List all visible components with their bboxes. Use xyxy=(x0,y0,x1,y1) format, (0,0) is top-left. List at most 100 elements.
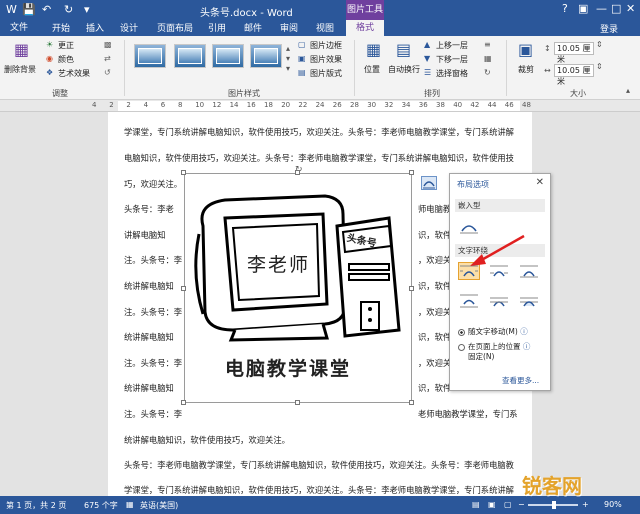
wrap-in-front-icon[interactable] xyxy=(518,292,540,310)
help-icon[interactable]: ? xyxy=(562,2,568,15)
save-icon[interactable]: 💾 xyxy=(22,3,36,16)
language[interactable]: 英语(美国) xyxy=(140,500,178,511)
resize-handle-bottom-left[interactable] xyxy=(181,400,186,405)
tab-design[interactable]: 设计 xyxy=(120,22,138,36)
ruler-tick-label: 4 xyxy=(143,101,149,109)
minimize-icon[interactable]: — xyxy=(596,2,607,15)
text-line: 统讲解电脑知 xyxy=(124,281,174,291)
picture-style-3[interactable] xyxy=(212,44,244,68)
read-mode-icon[interactable]: ▤ xyxy=(472,500,480,509)
undo-icon[interactable]: ↶ xyxy=(42,3,51,16)
see-more-link[interactable]: 查看更多... xyxy=(502,375,539,386)
color-button[interactable]: 颜色 xyxy=(58,54,74,65)
print-layout-icon[interactable]: ▣ xyxy=(488,500,496,509)
resize-handle-right[interactable] xyxy=(409,286,414,291)
tab-home[interactable]: 开始 xyxy=(52,22,70,36)
wrap-behind-text-icon[interactable] xyxy=(488,292,510,310)
selection-pane-button[interactable]: 选择窗格 xyxy=(436,68,468,79)
title-bar: W 💾 ↶ ↻ ▾ 头条号.docx - Word 图片工具 ? ▣ — □ ✕ xyxy=(0,0,640,20)
tab-view[interactable]: 视图 xyxy=(316,22,334,36)
picture-border-button[interactable]: 图片边框 xyxy=(310,40,342,51)
position-icon[interactable]: ▦ xyxy=(366,40,381,59)
wrap-text-icon[interactable]: ▤ xyxy=(396,40,411,59)
move-with-text-label: 随文字移动(M) xyxy=(468,327,518,336)
text-line: 学课堂，专门系统讲解电脑知识，软件使用技巧，欢迎关注。头条号：李老师电脑教学课堂… xyxy=(124,485,514,495)
redo-icon[interactable]: ↻ xyxy=(64,3,73,16)
wrap-text-button[interactable]: 自动换行 xyxy=(388,64,420,75)
bring-forward-button[interactable]: 上移一层 xyxy=(436,40,468,51)
width-input[interactable]: 10.05 厘米 xyxy=(554,64,594,86)
ribbon-options-icon[interactable]: ▣ xyxy=(578,2,588,15)
resize-handle-bottom-right[interactable] xyxy=(409,400,414,405)
compress-pictures-icon[interactable]: ▩ xyxy=(104,40,112,49)
text-line: 头条号：李老 xyxy=(124,204,174,214)
selected-picture[interactable]: 李老师 头条号 电脑教学课堂 xyxy=(184,173,412,403)
reset-picture-icon[interactable]: ↺ xyxy=(104,68,111,77)
ribbon-divider xyxy=(506,40,507,96)
resize-handle-left[interactable] xyxy=(181,286,186,291)
close-icon[interactable]: ✕ xyxy=(536,177,544,188)
tab-review[interactable]: 审阅 xyxy=(280,22,298,36)
close-icon[interactable]: ✕ xyxy=(626,2,635,15)
tab-file[interactable]: 文件 xyxy=(0,20,38,36)
zoom-slider-thumb[interactable] xyxy=(552,501,556,509)
artistic-effects-button[interactable]: 艺术效果 xyxy=(58,68,90,79)
align-icon[interactable]: ≡ xyxy=(484,40,491,49)
ribbon-divider xyxy=(124,40,125,96)
corrections-button[interactable]: 更正 xyxy=(58,40,74,51)
picture-style-4[interactable] xyxy=(250,44,282,68)
tab-page-layout[interactable]: 页面布局 xyxy=(157,22,193,36)
horizontal-ruler[interactable]: 4 2 2 4 6 8 10 12 14 16 18 20 22 24 26 28 30 32 34 36 38 40 42… xyxy=(0,100,640,112)
text-line: 识，软件 xyxy=(418,281,452,291)
picture-style-1[interactable] xyxy=(134,44,166,68)
page-count[interactable]: 第 1 页，共 2 页 xyxy=(6,500,66,511)
picture-effects-button[interactable]: 图片效果 xyxy=(310,54,342,65)
resize-handle-top[interactable] xyxy=(295,170,300,175)
sign-in-link[interactable]: 登录 xyxy=(600,22,618,35)
zoom-in-icon[interactable]: + xyxy=(582,500,589,509)
layout-options-button[interactable] xyxy=(421,176,437,190)
ruler-tick-label: 26 xyxy=(332,101,342,109)
remove-background-icon[interactable]: ▦ xyxy=(14,40,29,59)
tab-format[interactable]: 格式 xyxy=(346,20,384,36)
ruler-tick-label: 2 xyxy=(109,101,114,109)
customize-icon[interactable]: ▾ xyxy=(84,3,90,16)
zoom-out-icon[interactable]: − xyxy=(518,500,525,509)
group-icon[interactable]: ▦ xyxy=(484,54,492,63)
width-icon: ↔ xyxy=(544,66,551,75)
send-backward-button[interactable]: 下移一层 xyxy=(436,54,468,65)
resize-handle-top-right[interactable] xyxy=(409,170,414,175)
resize-handle-top-left[interactable] xyxy=(181,170,186,175)
styles-scroll-down-icon[interactable]: ▾ xyxy=(286,54,290,63)
rotate-icon[interactable]: ↻ xyxy=(484,68,491,77)
resize-handle-bottom[interactable] xyxy=(295,400,300,405)
crop-button[interactable]: 裁剪 xyxy=(518,64,534,75)
screen-handwriting: 李老师 xyxy=(247,254,311,276)
crop-icon[interactable]: ▣ xyxy=(518,40,533,59)
picture-layout-icon: ▤ xyxy=(298,68,306,77)
zoom-level[interactable]: 90% xyxy=(604,500,622,509)
move-with-text-radio[interactable]: 随文字移动(M) ⓘ xyxy=(458,326,528,337)
wrap-top-bottom-icon[interactable] xyxy=(458,292,480,310)
styles-scroll-up-icon[interactable]: ▴ xyxy=(286,44,290,53)
tab-mailings[interactable]: 邮件 xyxy=(244,22,262,36)
picture-layout-button[interactable]: 图片版式 xyxy=(310,68,342,79)
ruler-tick-label: 10 xyxy=(195,101,205,109)
tab-references[interactable]: 引用 xyxy=(208,22,226,36)
remove-background-button[interactable]: 删除背景 xyxy=(4,64,36,75)
maximize-icon[interactable]: □ xyxy=(611,2,621,15)
text-line: 识，软件 xyxy=(418,230,452,240)
width-spinner-icon[interactable]: ⇕ xyxy=(596,62,603,71)
tab-insert[interactable]: 插入 xyxy=(86,22,104,36)
proofing-icon[interactable]: ▦ xyxy=(126,500,134,509)
word-count[interactable]: 675 个字 xyxy=(84,500,118,511)
height-spinner-icon[interactable]: ⇕ xyxy=(596,40,603,49)
styles-more-icon[interactable]: ▾ xyxy=(286,64,290,73)
picture-style-2[interactable] xyxy=(174,44,206,68)
collapse-ribbon-icon[interactable]: ▴ xyxy=(626,86,630,95)
height-input[interactable]: 10.05 厘米 xyxy=(554,42,594,64)
position-button[interactable]: 位置 xyxy=(364,64,380,75)
text-line: ，欢迎关 xyxy=(418,255,452,265)
change-picture-icon[interactable]: ⇄ xyxy=(104,54,111,63)
web-layout-icon[interactable]: ▢ xyxy=(504,500,512,509)
